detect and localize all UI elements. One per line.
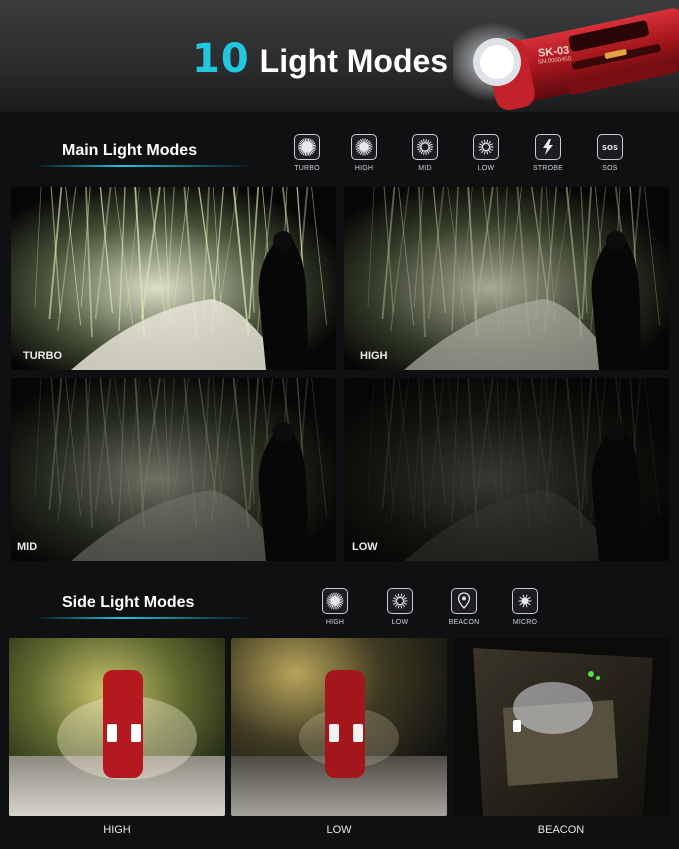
- side-mode-low: LOW: [380, 588, 420, 626]
- photo-low: LOW: [344, 378, 669, 561]
- title-text: Light Modes: [259, 43, 449, 79]
- mode-label: STROBE: [533, 165, 563, 172]
- product-infographic: 10 Light Modes SK-03 SN:0000450 Main Lig…: [0, 0, 679, 849]
- low-burst-icon: [387, 588, 413, 614]
- header-band: 10 Light Modes SK-03 SN:0000450: [0, 0, 679, 112]
- caption-low: LOW: [326, 824, 352, 836]
- title-number: 10: [192, 36, 250, 82]
- mode-label: MID: [418, 165, 432, 172]
- high-burst-icon: [322, 588, 348, 614]
- main-mode-sos: SOS SOS: [590, 134, 630, 172]
- side-modes-underline: [34, 617, 254, 619]
- location-pin-icon: [451, 588, 477, 614]
- main-mode-mid: MID: [405, 134, 445, 172]
- mode-label: SOS: [602, 165, 618, 172]
- mode-label: TURBO: [294, 165, 320, 172]
- main-mode-high: HIGH: [344, 134, 384, 172]
- main-mode-low: LOW: [466, 134, 506, 172]
- caption-high: HIGH: [103, 824, 131, 836]
- main-mode-turbo: TURBO: [287, 134, 327, 172]
- main-modes-underline: [34, 165, 254, 167]
- photo-label-mid: MID: [17, 541, 38, 553]
- side-mode-high: HIGH: [315, 588, 355, 626]
- mode-label: LOW: [391, 619, 409, 626]
- side-photo-beacon: [453, 638, 669, 816]
- low-burst-icon: [473, 134, 499, 160]
- micro-burst-icon: [512, 588, 538, 614]
- mode-label: BEACON: [448, 619, 480, 626]
- photo-label-low: LOW: [352, 541, 378, 553]
- sos-icon: SOS: [597, 134, 623, 160]
- svg-text:SOS: SOS: [602, 144, 618, 152]
- caption-beacon: BEACON: [537, 824, 585, 836]
- main-mode-strobe: STROBE: [528, 134, 568, 172]
- lightning-icon: [535, 134, 561, 160]
- photo-label-high: HIGH: [360, 350, 388, 362]
- side-mode-beacon: BEACON: [444, 588, 484, 626]
- photo-turbo: TURBO: [11, 187, 336, 370]
- high-burst-icon: [351, 134, 377, 160]
- page-title: 10 Light Modes: [192, 36, 449, 82]
- main-modes-heading: Main Light Modes: [62, 142, 198, 159]
- flashlight-image: [445, 0, 679, 130]
- mode-label: MICRO: [512, 619, 538, 626]
- mode-label: HIGH: [354, 165, 374, 172]
- side-photo-low: [231, 638, 447, 816]
- side-modes-heading: Side Light Modes: [62, 594, 195, 611]
- side-mode-micro: MICRO: [505, 588, 545, 626]
- mid-burst-icon: [412, 134, 438, 160]
- turbo-burst-icon: [294, 134, 320, 160]
- mode-label: HIGH: [325, 619, 345, 626]
- photo-mid: MID: [11, 378, 336, 561]
- photo-high: HIGH: [344, 187, 669, 370]
- mode-label: LOW: [477, 165, 495, 172]
- side-photo-high: [9, 638, 225, 816]
- photo-label-turbo: TURBO: [23, 350, 63, 362]
